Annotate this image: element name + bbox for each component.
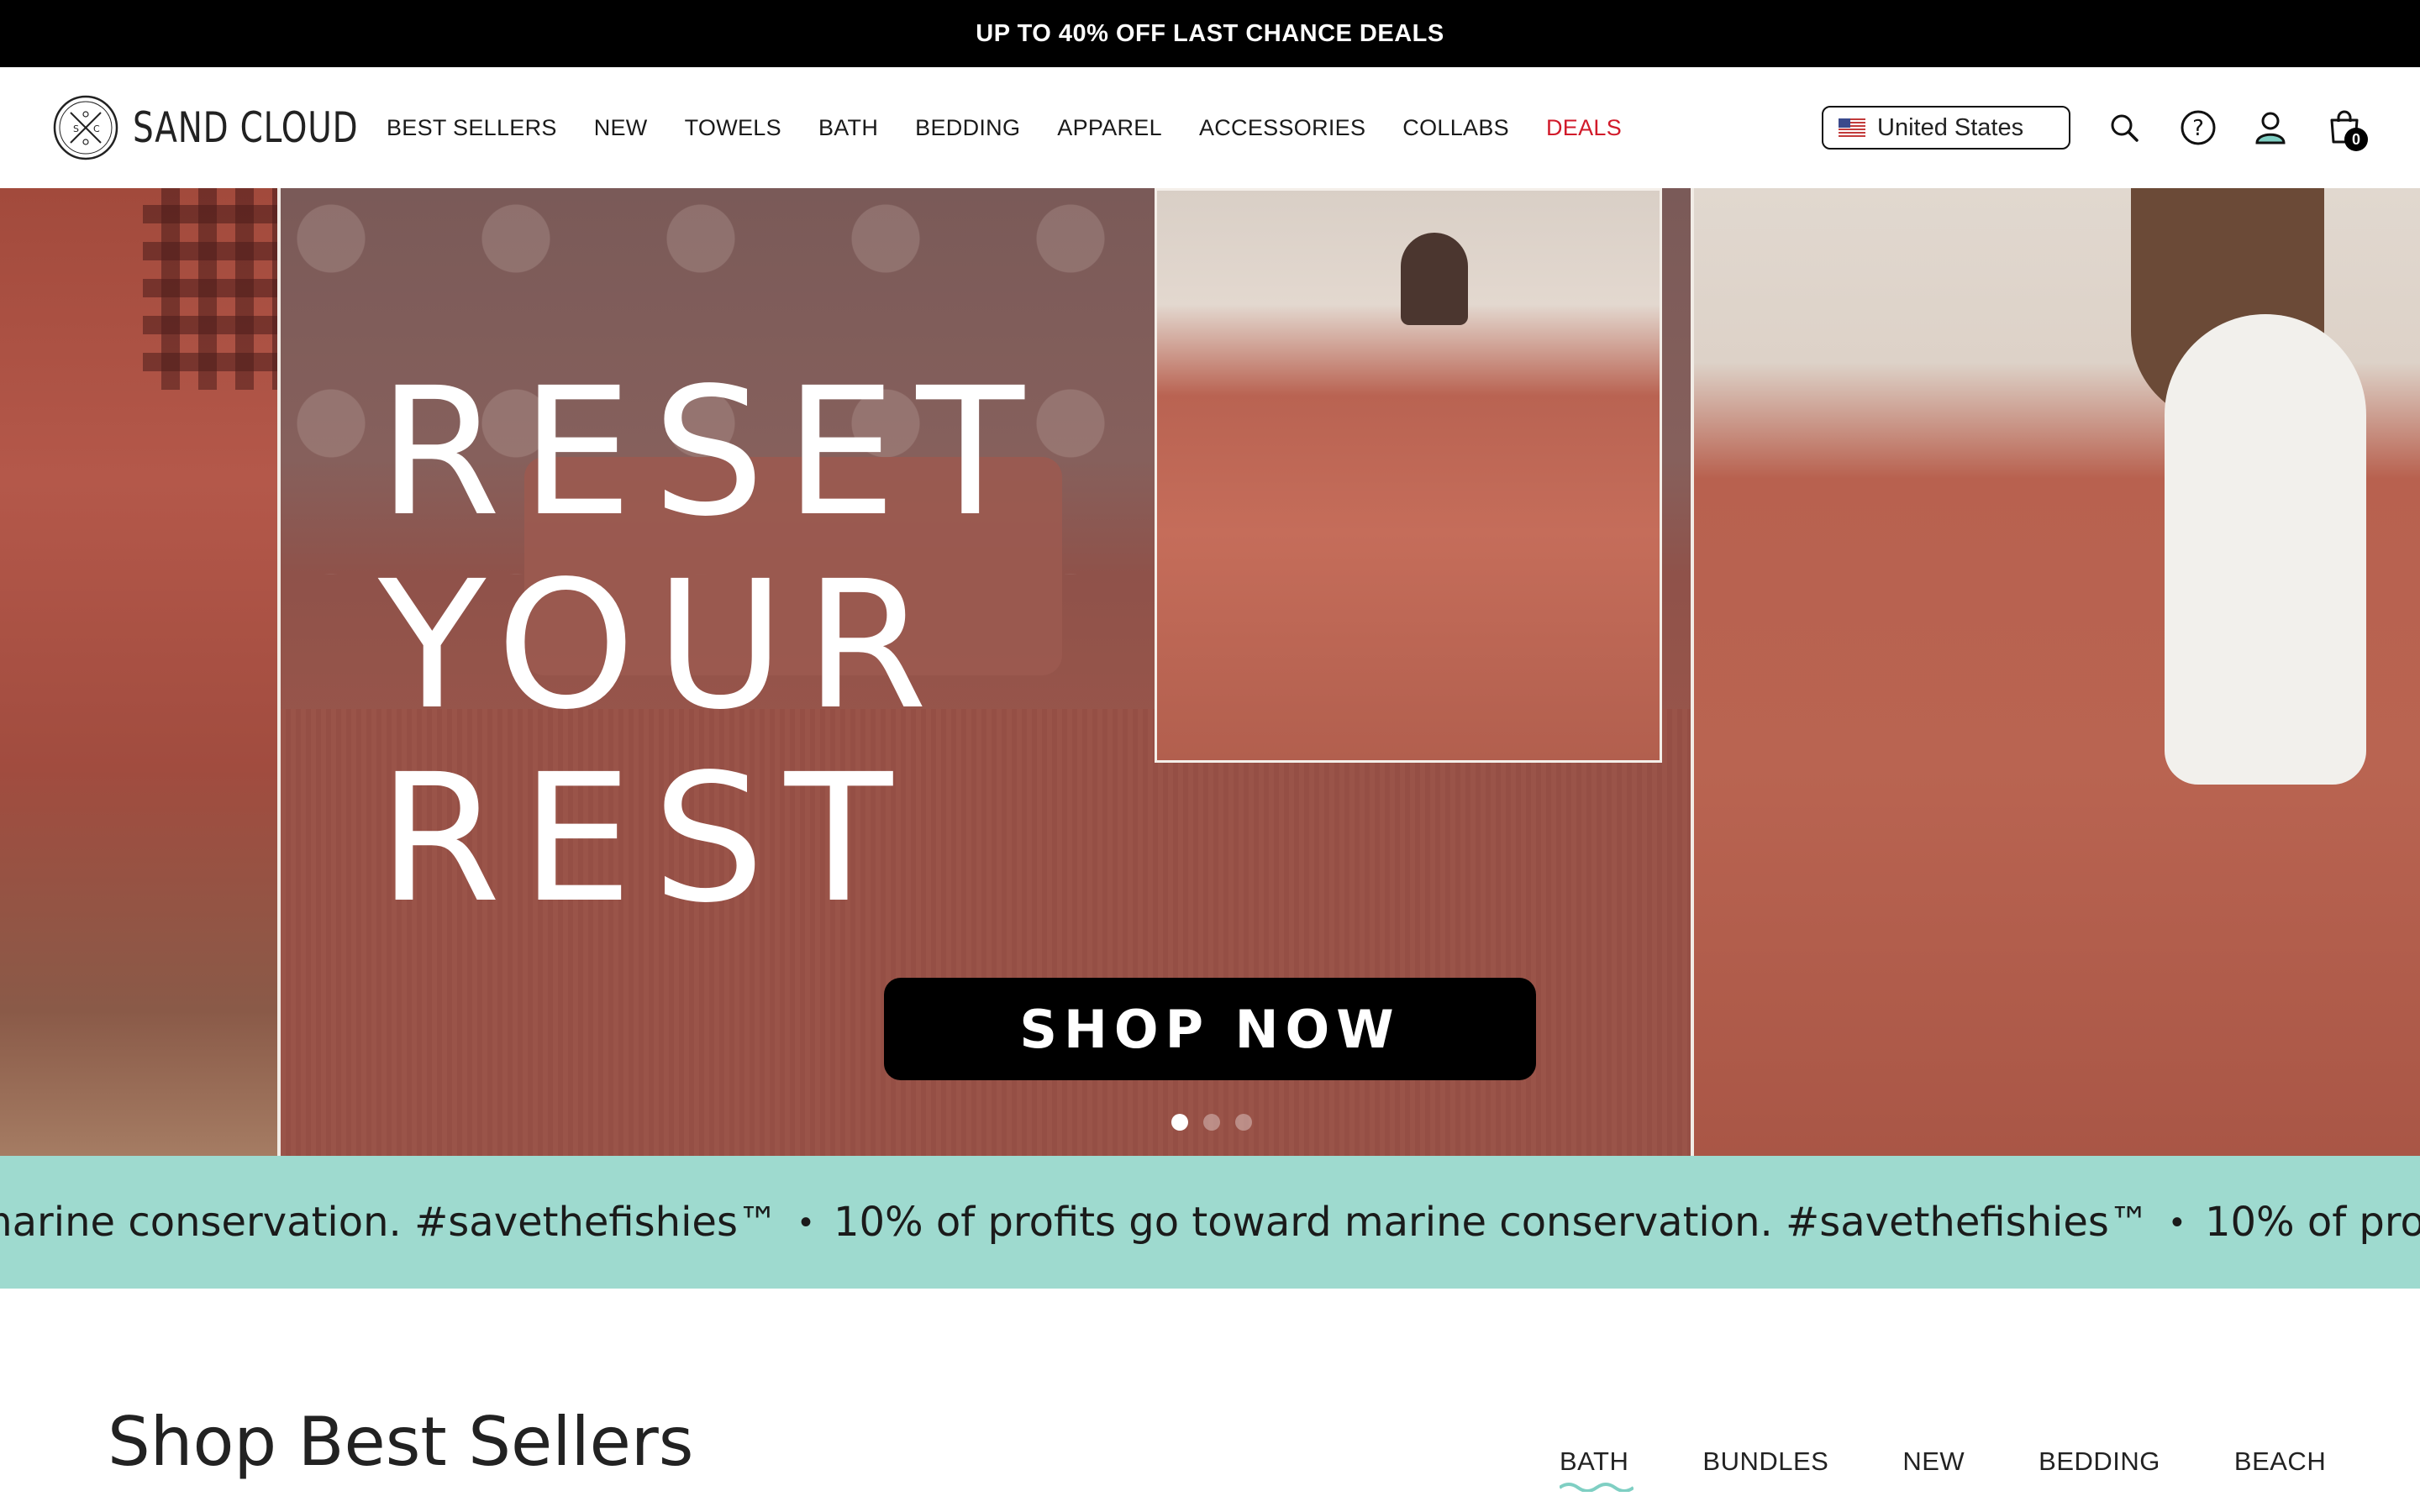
nav-best-sellers[interactable]: BEST SELLERS: [387, 115, 557, 141]
model-top-graphic: [2165, 314, 2366, 785]
help-icon: ?: [2181, 110, 2216, 145]
logo-mark-icon: S C: [53, 95, 118, 160]
search-button[interactable]: [2102, 106, 2146, 150]
search-icon: [2111, 114, 2139, 142]
promo-bar[interactable]: UP TO 40% OFF LAST CHANCE DEALS: [0, 0, 2420, 67]
tab-beach[interactable]: BEACH: [2234, 1446, 2326, 1477]
main-nav: BEST SELLERS NEW TOWELS BATH BEDDING APP…: [387, 67, 1622, 188]
nav-bedding[interactable]: BEDDING: [915, 115, 1020, 141]
logo[interactable]: S C SAND CLOUD: [52, 94, 422, 161]
checkered-pillow-graphic: [143, 188, 277, 390]
nav-accessories[interactable]: ACCESSORIES: [1199, 115, 1365, 141]
help-button[interactable]: ?: [2176, 106, 2220, 150]
carousel-dot-1[interactable]: [1171, 1114, 1188, 1131]
country-label: United States: [1877, 113, 2024, 141]
nav-bath[interactable]: BATH: [818, 115, 878, 141]
tab-label: BEDDING: [2039, 1446, 2160, 1476]
marquee-separator: •: [799, 1203, 812, 1241]
us-flag-icon: [1839, 118, 1865, 137]
hero-inset-photo: [1155, 188, 1662, 763]
inset-person-graphic: [1401, 233, 1468, 325]
country-selector[interactable]: United States: [1822, 106, 2070, 150]
marquee-text: 10% of profits go toward marine conserva…: [0, 1199, 778, 1246]
nav-new[interactable]: NEW: [594, 115, 648, 141]
hero-image-left: [0, 188, 277, 1156]
cart-count-badge: 0: [2344, 128, 2368, 151]
site-header: S C SAND CLOUD BEST SELLERS NEW TOWELS B…: [0, 67, 2420, 189]
tab-label: BATH: [1560, 1446, 1629, 1476]
carousel-dot-2[interactable]: [1203, 1114, 1220, 1131]
shop-now-button[interactable]: SHOP NOW: [884, 978, 1536, 1080]
svg-text:C: C: [93, 123, 100, 134]
tab-label: BEACH: [2233, 1446, 2327, 1476]
best-sellers-title: Shop Best Sellers: [108, 1403, 694, 1481]
tab-label: BUNDLES: [1702, 1446, 1829, 1476]
tab-bundles[interactable]: BUNDLES: [1702, 1446, 1828, 1477]
nav-deals[interactable]: DEALS: [1546, 115, 1622, 141]
nav-collabs[interactable]: COLLABS: [1402, 115, 1509, 141]
nav-apparel[interactable]: APPAREL: [1057, 115, 1162, 141]
account-button[interactable]: [2249, 106, 2292, 150]
nav-towels[interactable]: TOWELS: [685, 115, 781, 141]
marquee-text: 10% of profits go toward marine conserva…: [833, 1199, 2149, 1246]
active-tab-wave-icon: [1560, 1483, 1634, 1492]
svg-text:?: ?: [2192, 116, 2204, 141]
marquee-track: 10% of profits go toward marine conserva…: [0, 1156, 2420, 1289]
tab-new[interactable]: NEW: [1902, 1446, 1965, 1477]
tab-bedding[interactable]: BEDDING: [2039, 1446, 2160, 1477]
tab-bath[interactable]: BATH: [1560, 1446, 1634, 1492]
conservation-marquee: 10% of profits go toward marine conserva…: [0, 1156, 2420, 1289]
promo-text[interactable]: UP TO 40% OFF LAST CHANCE DEALS: [976, 20, 1444, 48]
hero-title: RESET YOUR REST: [378, 349, 1044, 942]
cart-button[interactable]: 0: [2323, 106, 2368, 151]
svg-text:S: S: [73, 123, 79, 134]
tab-label: NEW: [1902, 1446, 1965, 1476]
best-sellers-tabs: BATH BUNDLES NEW BEDDING BEACH: [1560, 1446, 2326, 1492]
logo-text: SAND CLOUD: [133, 103, 359, 152]
hero-image-right: [1694, 188, 2420, 1156]
marquee-separator: •: [2170, 1203, 2183, 1241]
hero-carousel[interactable]: RESET YOUR REST SHOP NOW: [0, 188, 2420, 1156]
carousel-dot-3[interactable]: [1235, 1114, 1252, 1131]
carousel-dots: [1171, 1114, 1252, 1131]
marquee-text: 10% of profits go toward marine conserva…: [2204, 1199, 2420, 1246]
account-icon: [2255, 112, 2286, 144]
